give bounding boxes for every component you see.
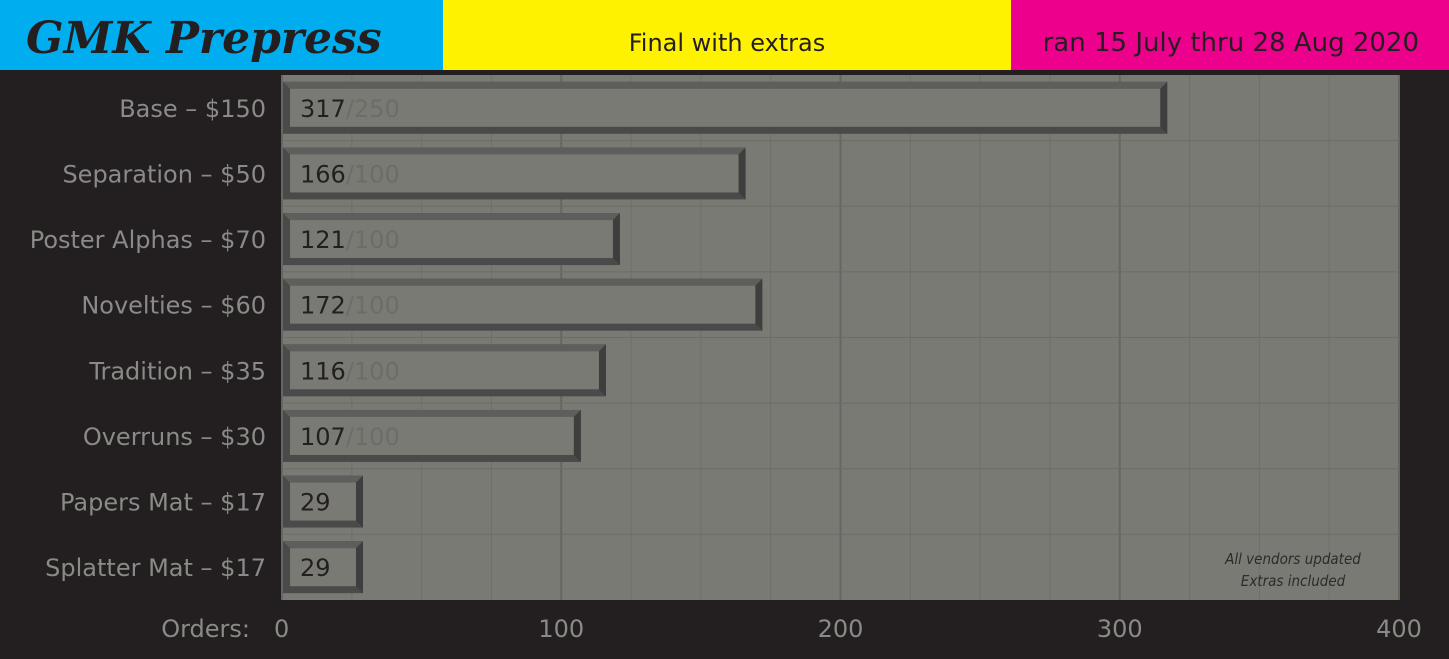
category-label: Separation – $50 — [62, 160, 266, 188]
category-label: Base – $150 — [119, 95, 266, 123]
category-label: Overruns – $30 — [83, 423, 266, 451]
bar-value-label: 29 — [300, 489, 331, 517]
bar-value-label: 107/100 — [300, 423, 400, 451]
x-tick-label: 200 — [818, 615, 864, 643]
category-label: Splatter Mat – $17 — [45, 554, 266, 582]
x-tick-label: 0 — [274, 615, 289, 643]
bar-bevel-right — [355, 475, 363, 528]
category-label: Novelties – $60 — [81, 292, 266, 320]
bar-bevel-right — [755, 278, 763, 331]
bar — [283, 81, 1168, 134]
bar-chart: 317/250 Base – $150 166/100 Separation – $5… — [30, 75, 1422, 643]
bar-bevel-top — [283, 475, 363, 483]
bar-value-label: 29 — [300, 554, 331, 582]
bar-bevel-top — [283, 409, 581, 417]
bar-bevel-right — [738, 147, 746, 200]
bar-bevel-top — [283, 213, 620, 221]
bar-bevel-top — [283, 81, 1168, 89]
bar-bevel-right — [1160, 81, 1168, 134]
bar-bevel-right — [355, 541, 363, 594]
chart-annotation: All vendors updated — [1224, 550, 1361, 568]
bar-bevel-right — [598, 344, 606, 397]
bar-value-label: 121/100 — [300, 226, 400, 254]
bar-bevel-top — [283, 541, 363, 549]
bar-bevel-right — [573, 409, 581, 462]
chart-annotation: Extras included — [1241, 572, 1346, 590]
bar-face — [290, 88, 1161, 127]
category-label: Tradition – $35 — [88, 357, 266, 385]
category-label: Poster Alphas – $70 — [30, 226, 266, 254]
x-tick-label: 300 — [1097, 615, 1143, 643]
x-tick-label: 400 — [1376, 615, 1422, 643]
bar-bevel-top — [283, 147, 746, 155]
x-axis-label: Orders: — [161, 615, 250, 643]
bar-value-label: 172/100 — [300, 292, 400, 320]
bar-value-label: 317/250 — [300, 95, 400, 123]
bar-value-label: 116/100 — [300, 357, 400, 385]
x-tick-label: 100 — [538, 615, 584, 643]
bar-bevel-top — [283, 344, 606, 352]
bar-value-label: 166/100 — [300, 160, 400, 188]
bar-bevel-top — [283, 278, 763, 286]
bar-bevel-right — [612, 213, 620, 266]
category-label: Papers Mat – $17 — [60, 489, 266, 517]
